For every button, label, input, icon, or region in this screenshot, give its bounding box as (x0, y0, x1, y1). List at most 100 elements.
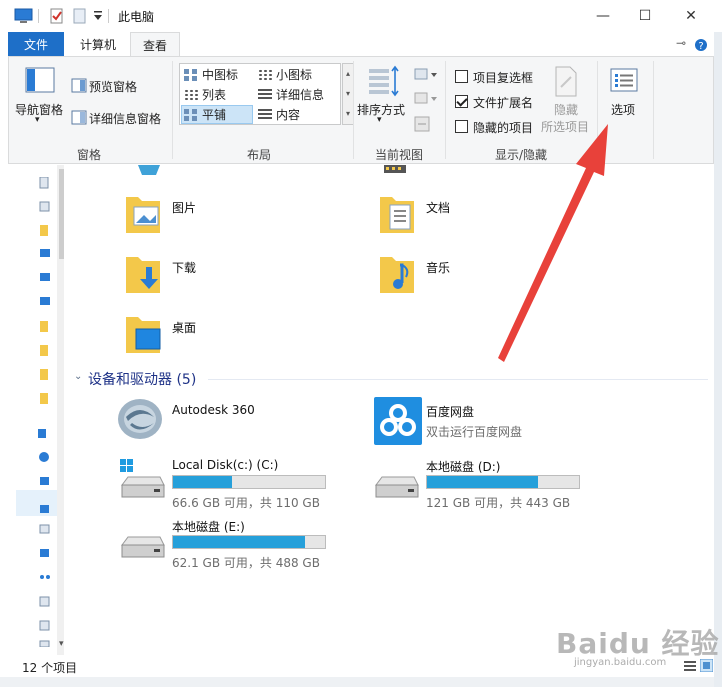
sort-by-dropdown-icon[interactable]: ▾ (377, 115, 382, 125)
svg-text:?: ? (698, 41, 703, 52)
close-button[interactable]: ✕ (668, 0, 714, 32)
drive-c-usage-bar (172, 475, 326, 489)
system-drive-icon (120, 459, 165, 498)
size-columns-icon[interactable] (413, 115, 431, 133)
group-label-layout: 布局 (246, 148, 271, 162)
group-by-icon[interactable] (413, 67, 439, 83)
group-separator (353, 61, 354, 159)
qa-separator (38, 9, 39, 23)
sort-by-icon (369, 65, 399, 97)
tab-computer[interactable]: 计算机 (70, 32, 126, 56)
drive-c-usage-fill (173, 476, 233, 488)
help-icon[interactable]: ? (694, 38, 708, 52)
hidden-items-checkbox[interactable] (455, 120, 468, 133)
ribbon-tab-row: 文件 计算机 查看 ⊸ ? (0, 32, 722, 57)
folder-documents[interactable]: 文档 (374, 193, 450, 240)
folder-pictures[interactable]: 图片 (120, 193, 196, 240)
hide-selected-items-icon (555, 66, 577, 97)
taskbar-strip (0, 677, 714, 687)
folder-desktop[interactable]: 桌面 (120, 313, 196, 360)
list-icon (184, 88, 198, 101)
item-checkboxes-label: 项目复选框 (473, 71, 534, 85)
item-count: 12 个项目 (22, 661, 78, 675)
drive-e[interactable]: 本地磁盘 (E:) 62.1 GB 可用，共 488 GB (118, 517, 326, 570)
devices-section-header[interactable]: 设备和驱动器 (5) (88, 369, 196, 389)
group-label-current-view: 当前视图 (374, 148, 423, 162)
drive-d[interactable]: 本地磁盘 (D:) 121 GB 可用，共 443 GB (372, 457, 580, 510)
downloads-folder-icon (126, 257, 160, 293)
folder-downloads[interactable]: 下载 (120, 253, 196, 300)
layout-small-icons[interactable]: 小图标 (256, 65, 328, 84)
section-collapse-icon[interactable]: ⌄ (74, 371, 82, 382)
annotation-arrow-icon (498, 124, 608, 362)
nav-scroll-down-icon[interactable]: ▾ (59, 639, 64, 649)
device-autodesk-360[interactable]: Autodesk 360 (116, 397, 255, 444)
layout-medium-icons[interactable]: 中图标 (182, 65, 254, 84)
title-bar: 此电脑 — ☐ ✕ (0, 0, 722, 32)
desktop-background (714, 32, 722, 687)
drive-e-usage-fill (173, 536, 306, 548)
minimize-button[interactable]: — (580, 0, 626, 32)
navigation-pane[interactable]: ▾ (8, 165, 71, 655)
music-folder-icon (380, 257, 414, 293)
layout-content[interactable]: 内容 (256, 105, 328, 124)
maximize-button[interactable]: ☐ (622, 0, 668, 32)
baidu-netdisk-icon (374, 397, 422, 445)
tiles-icon (184, 108, 198, 121)
nav-tree-icons (38, 177, 50, 647)
tab-view[interactable]: 查看 (130, 32, 180, 57)
this-pc-icon (14, 8, 33, 23)
add-columns-icon[interactable] (413, 91, 439, 107)
drive-d-usage-fill (427, 476, 538, 488)
group-separator (445, 61, 446, 159)
details-pane-button[interactable]: 详细信息窗格 (89, 110, 161, 127)
properties-icon[interactable] (48, 7, 66, 25)
file-extensions-checkbox[interactable] (455, 95, 468, 108)
baidu-watermark-url: jingyan.baidu.com (574, 657, 667, 668)
small-icons-icon (258, 68, 272, 81)
baidu-watermark: Baidu 经验 (556, 627, 720, 660)
documents-folder-icon (380, 197, 414, 233)
layout-gallery: 中图标 小图标 列表 详细信息 平铺 内容 (179, 63, 341, 125)
navigation-pane-dropdown-icon[interactable]: ▾ (35, 115, 40, 125)
drive-e-usage-bar (172, 535, 326, 549)
group-separator (653, 61, 654, 159)
drive-d-usage-bar (426, 475, 580, 489)
pin-ribbon-icon[interactable]: ⊸ (676, 36, 686, 50)
close-icon: ✕ (685, 8, 697, 24)
details-view-icon[interactable] (684, 661, 696, 672)
group-separator (172, 61, 173, 159)
pictures-folder-icon (126, 197, 160, 233)
details-icon (258, 88, 272, 101)
customize-quick-access-icon[interactable] (92, 7, 104, 25)
group-label-panes: 窗格 (76, 148, 101, 162)
layout-tiles[interactable]: 平铺 (181, 105, 253, 124)
preview-pane-button[interactable]: 预览窗格 (89, 78, 137, 95)
item-checkboxes-checkbox[interactable] (455, 70, 468, 83)
title-separator (108, 9, 109, 23)
autodesk-360-icon (118, 399, 162, 439)
3d-objects-icon (138, 165, 160, 175)
videos-icon (384, 165, 406, 173)
folder-music[interactable]: 音乐 (374, 253, 450, 300)
details-pane-icon (71, 110, 87, 125)
tab-file[interactable]: 文件 (8, 32, 64, 56)
drive-c[interactable]: Local Disk(c:) (C:) 66.6 GB 可用，共 110 GB (118, 457, 326, 510)
new-folder-icon[interactable] (72, 7, 88, 25)
minimize-icon: — (596, 8, 610, 24)
layout-details[interactable]: 详细信息 (256, 85, 328, 104)
desktop-folder-icon (126, 317, 161, 353)
medium-icons-icon (184, 68, 198, 81)
section-divider (208, 379, 708, 380)
window-title: 此电脑 (118, 10, 155, 24)
device-baidu-netdisk[interactable]: 百度网盘 双击运行百度网盘 (374, 397, 522, 450)
content-icon (258, 108, 272, 121)
options-icon (610, 68, 638, 92)
file-extensions-label: 文件扩展名 (473, 96, 534, 110)
maximize-icon: ☐ (638, 8, 652, 24)
navigation-pane-icon (25, 67, 55, 93)
layout-list[interactable]: 列表 (182, 85, 254, 104)
preview-pane-icon (71, 78, 87, 93)
drive-d-icon (375, 476, 419, 498)
drive-e-icon (121, 536, 165, 558)
